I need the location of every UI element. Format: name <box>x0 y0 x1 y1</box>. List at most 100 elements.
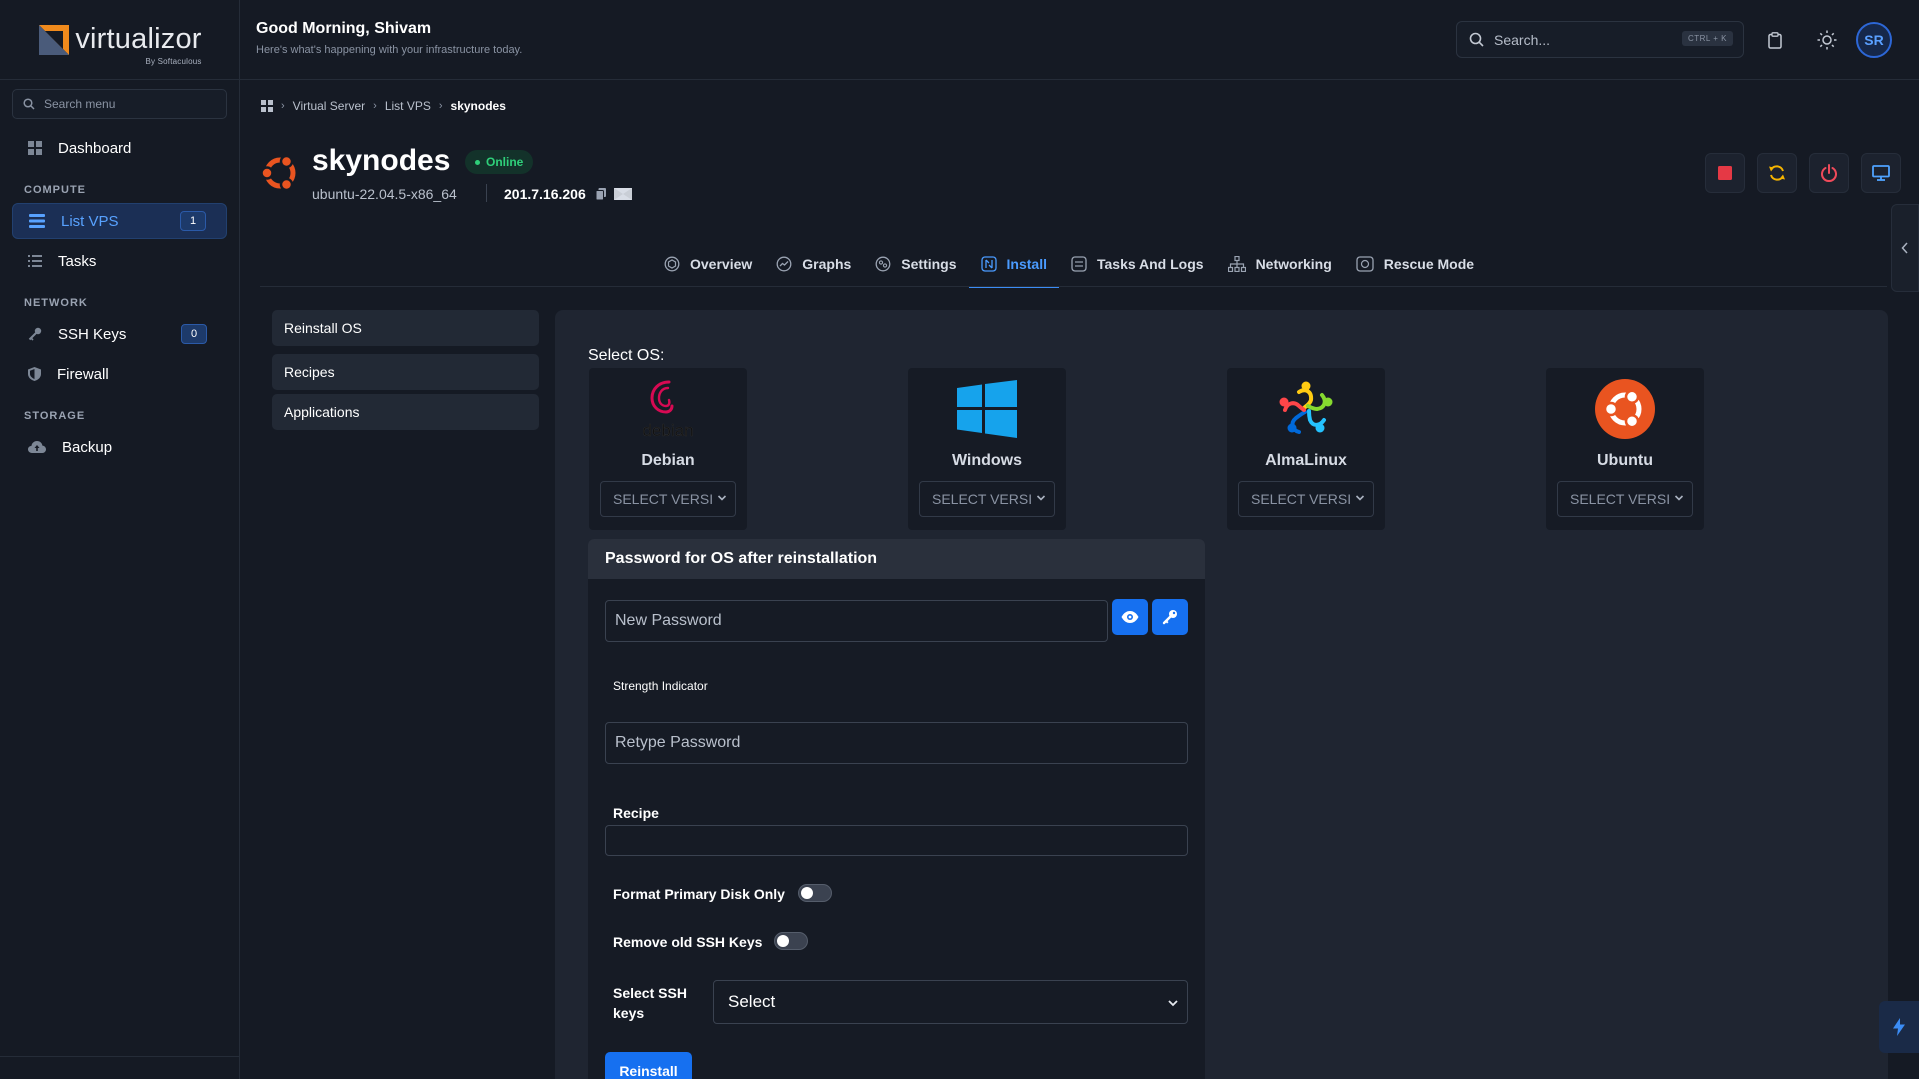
settings-icon <box>875 256 891 272</box>
graph-icon <box>776 256 792 272</box>
section-storage: STORAGE <box>24 410 86 422</box>
submenu-applications[interactable]: Applications <box>272 394 539 430</box>
retype-password-input[interactable]: Retype Password <box>605 722 1188 764</box>
tab-tasks-and-logs[interactable]: Tasks And Logs <box>1059 244 1216 284</box>
tab-graphs[interactable]: Graphs <box>764 244 863 284</box>
recipe-label: Recipe <box>613 805 659 821</box>
reinstall-button-label: Reinstall <box>619 1063 678 1079</box>
logo-subtext: By Softaculous <box>145 57 202 66</box>
os-name: Ubuntu <box>1597 452 1653 469</box>
home-grid-icon[interactable] <box>261 100 273 112</box>
os-name: Windows <box>951 452 1023 469</box>
password-card-title: Password for OS after reinstallation <box>588 539 1205 579</box>
remove-ssh-keys-toggle[interactable] <box>774 932 808 950</box>
debian-icon: debian <box>589 378 747 440</box>
clipboard-icon[interactable] <box>1761 26 1789 54</box>
tab-install[interactable]: Install <box>968 244 1060 288</box>
quick-actions-button[interactable] <box>1879 1001 1919 1053</box>
new-password-input[interactable]: New Password <box>605 600 1108 642</box>
stop-button[interactable] <box>1705 153 1745 193</box>
os-version-select[interactable]: SELECT VERSI <box>1238 481 1374 517</box>
sidebar-item-firewall[interactable]: Firewall <box>12 356 227 392</box>
os-version-select[interactable]: SELECT VERSI <box>919 481 1055 517</box>
os-card-debian[interactable]: debian Debian SELECT VERSI <box>589 368 747 530</box>
power-icon <box>1821 164 1837 182</box>
sidebar-item-backup[interactable]: Backup <box>12 429 227 465</box>
console-button[interactable] <box>1861 153 1901 193</box>
shield-icon <box>28 367 41 381</box>
section-compute: COMPUTE <box>24 184 86 196</box>
sidebar-item-dashboard[interactable]: Dashboard <box>12 130 227 166</box>
logo[interactable]: virtualizor By Softaculous <box>0 0 239 80</box>
overview-icon <box>664 256 680 272</box>
shortcut-hint: CTRL + K <box>1681 31 1733 46</box>
install-icon <box>980 256 997 272</box>
tab-overview[interactable]: Overview <box>652 244 764 284</box>
select-os-label: Select OS: <box>588 347 665 364</box>
network-icon <box>1227 256 1246 272</box>
copy-icon[interactable] <box>595 188 606 201</box>
submenu-reinstall-os[interactable]: Reinstall OS <box>272 310 539 346</box>
chevron-right-icon: › <box>438 100 443 112</box>
sidebar-item-list-vps[interactable]: List VPS 1 <box>12 203 227 239</box>
os-version-select[interactable]: SELECT VERSI <box>600 481 736 517</box>
user-avatar[interactable]: SR <box>1856 22 1892 58</box>
ssh-keys-select[interactable]: Select <box>713 980 1188 1024</box>
chevron-down-icon <box>1168 1000 1178 1007</box>
divider <box>486 184 487 202</box>
ubuntu-icon <box>259 152 301 199</box>
remove-ssh-keys-label: Remove old SSH Keys <box>613 934 763 950</box>
theme-toggle-sun-icon[interactable] <box>1813 26 1841 54</box>
sidebar-search[interactable]: Search menu <box>12 89 227 119</box>
tab-label: Overview <box>690 256 753 272</box>
os-card-ubuntu[interactable]: Ubuntu SELECT VERSI <box>1546 368 1704 530</box>
show-password-button[interactable] <box>1112 599 1148 635</box>
almalinux-icon <box>1227 378 1385 440</box>
sidebar-item-label: Firewall <box>57 365 109 383</box>
chevron-right-icon: › <box>281 100 285 112</box>
tab-label: Install <box>1006 256 1047 272</box>
breadcrumb-list-vps[interactable]: List VPS <box>385 99 431 113</box>
server-list-icon <box>29 214 45 228</box>
os-card-windows[interactable]: Windows SELECT VERSI <box>908 368 1066 530</box>
breadcrumb-virtual-server[interactable]: Virtual Server <box>293 99 365 113</box>
tab-rescue-mode[interactable]: Rescue Mode <box>1344 244 1486 284</box>
greeting: Good Morning, Shivam <box>256 20 432 37</box>
format-disk-label: Format Primary Disk Only <box>613 886 785 902</box>
os-version-select[interactable]: SELECT VERSI <box>1557 481 1693 517</box>
sidebar-item-tasks[interactable]: Tasks <box>12 243 227 279</box>
chevron-down-icon <box>717 495 727 501</box>
submenu-recipes[interactable]: Recipes <box>272 354 539 390</box>
sidebar-item-label: List VPS <box>61 212 119 230</box>
os-name: AlmaLinux <box>1265 452 1347 469</box>
dashboard-icon <box>28 141 42 155</box>
monitor-icon <box>1872 165 1890 181</box>
generate-password-button[interactable] <box>1152 599 1188 635</box>
global-search[interactable]: Search... CTRL + K <box>1456 21 1744 58</box>
tab-settings[interactable]: Settings <box>863 244 968 284</box>
eye-icon <box>1121 611 1139 623</box>
cloud-backup-icon <box>28 441 46 453</box>
os-version-select-value: SELECT VERSI <box>932 491 1033 507</box>
os-version-select-value: SELECT VERSI <box>1251 491 1352 507</box>
tab-networking[interactable]: Networking <box>1216 244 1344 284</box>
ubuntu-icon <box>1546 378 1704 440</box>
format-disk-toggle[interactable] <box>798 884 832 902</box>
os-card-almalinux[interactable]: AlmaLinux SELECT VERSI <box>1227 368 1385 530</box>
restart-button[interactable] <box>1757 153 1797 193</box>
collapse-panel-button[interactable] <box>1891 204 1919 292</box>
new-password-placeholder: New Password <box>615 612 722 629</box>
ip-address: 201.7.16.206 <box>504 186 586 202</box>
sidebar-item-ssh-keys[interactable]: SSH Keys 0 <box>12 316 227 352</box>
key-icon <box>28 327 42 341</box>
recipe-input[interactable] <box>605 825 1188 856</box>
reinstall-button[interactable]: Reinstall <box>605 1052 692 1079</box>
key-icon <box>1162 610 1177 625</box>
status-badge: Online <box>465 150 534 174</box>
rescue-icon <box>1356 256 1374 272</box>
greeting-subtitle: Here's what's happening with your infras… <box>256 44 523 56</box>
chevron-down-icon <box>1036 495 1046 501</box>
power-button[interactable] <box>1809 153 1849 193</box>
tab-label: Graphs <box>802 256 852 272</box>
tab-label: Rescue Mode <box>1383 256 1475 272</box>
